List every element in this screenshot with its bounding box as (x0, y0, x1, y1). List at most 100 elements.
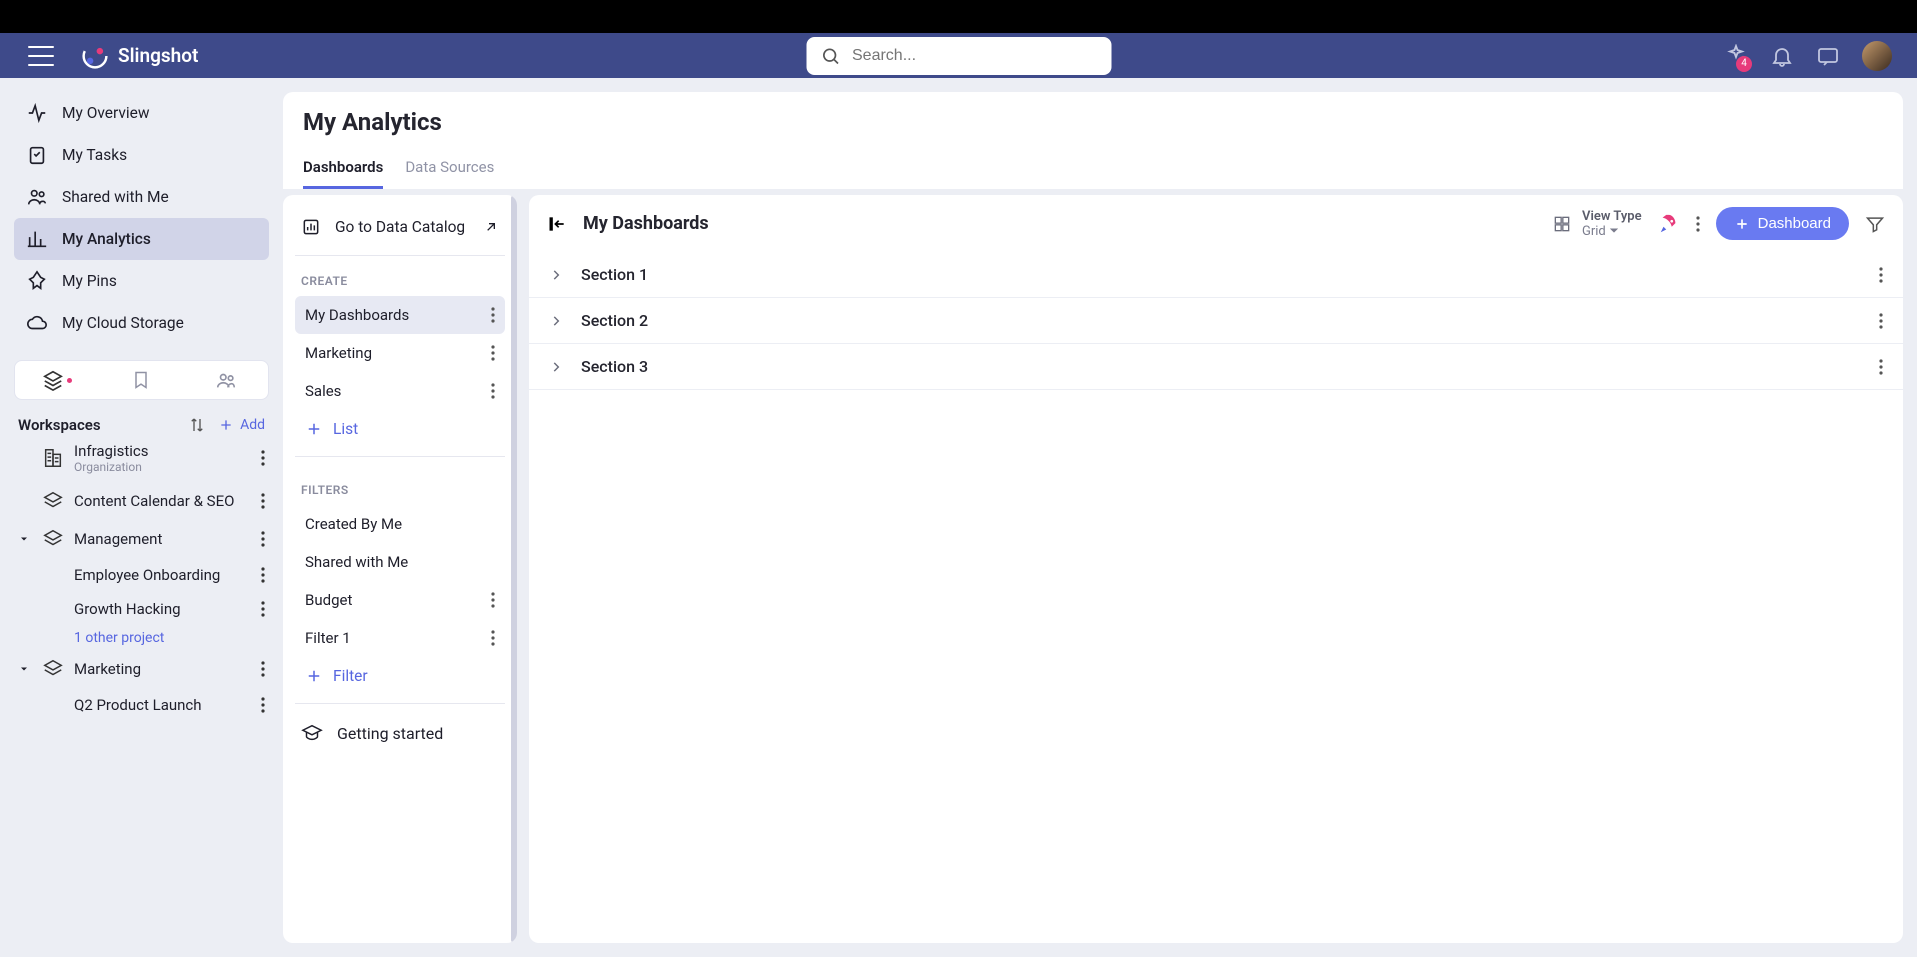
collapse-panel-icon[interactable] (547, 214, 567, 234)
list-sales[interactable]: Sales (295, 372, 505, 410)
sidebar-item-shared[interactable]: Shared with Me (14, 176, 269, 218)
plus-icon (305, 420, 323, 438)
workspace-child-onboarding[interactable]: Employee Onboarding (14, 558, 269, 592)
page-header: My Analytics Dashboards Data Sources (283, 92, 1903, 189)
workspace-child-growth[interactable]: Growth Hacking (14, 592, 269, 626)
list-label: Marketing (305, 344, 491, 362)
add-filter-button[interactable]: Filter (295, 657, 505, 695)
people-icon (26, 186, 48, 208)
sidebar-item-overview[interactable]: My Overview (14, 92, 269, 134)
other-projects-link[interactable]: 1 other project (14, 630, 269, 646)
more-icon[interactable] (261, 493, 265, 509)
bell-icon[interactable] (1770, 44, 1794, 68)
chevron-down-icon (1609, 227, 1619, 235)
chat-icon[interactable] (1816, 44, 1840, 68)
sort-icon[interactable] (188, 416, 206, 434)
sidebar-item-tasks[interactable]: My Tasks (14, 134, 269, 176)
filter-icon[interactable] (1865, 214, 1885, 234)
filter-label: Shared with Me (305, 553, 495, 571)
workspace-management[interactable]: Management (14, 520, 269, 558)
team-icon (215, 369, 237, 391)
section-1[interactable]: Section 1 (529, 252, 1903, 298)
chevron-right-icon[interactable] (549, 314, 563, 328)
sidebar-item-label: My Analytics (62, 230, 151, 248)
people-tab[interactable] (184, 361, 268, 399)
more-icon[interactable] (261, 450, 265, 466)
more-icon[interactable] (1879, 267, 1883, 283)
section-label: Section 2 (581, 311, 648, 330)
more-icon[interactable] (491, 345, 495, 361)
list-my-dashboards[interactable]: My Dashboards (295, 296, 505, 334)
search-bar[interactable] (806, 37, 1111, 75)
layers-icon (42, 658, 64, 680)
plus-icon (218, 417, 234, 433)
list-label: My Dashboards (305, 306, 491, 324)
sidebar-item-label: My Pins (62, 272, 117, 290)
grid-icon (1552, 214, 1572, 234)
caret-down-icon[interactable] (18, 533, 32, 545)
more-icon[interactable] (261, 697, 265, 713)
add-list-button[interactable]: List (295, 410, 505, 448)
workspace-sublabel: Organization (74, 460, 251, 474)
workspace-label: Marketing (74, 660, 251, 678)
data-catalog-link[interactable]: Go to Data Catalog (295, 209, 505, 256)
workspace-content-calendar[interactable]: Content Calendar & SEO (14, 482, 269, 520)
more-icon[interactable] (1879, 313, 1883, 329)
slingshot-logo-icon (82, 43, 108, 69)
more-icon[interactable] (491, 383, 495, 399)
rocket-icon[interactable] (1658, 213, 1680, 235)
getting-started-link[interactable]: Getting started (295, 712, 505, 754)
more-icon[interactable] (1879, 359, 1883, 375)
add-workspace-button[interactable]: Add (218, 417, 265, 433)
chevron-right-icon[interactable] (549, 360, 563, 374)
view-type-selector[interactable]: View Type Grid (1552, 209, 1642, 239)
workspace-child-label: Employee Onboarding (74, 566, 251, 584)
panel-scrollbar[interactable] (511, 195, 517, 943)
caret-down-icon[interactable] (18, 663, 32, 675)
left-sidebar: My Overview My Tasks Shared with Me My A… (0, 78, 283, 957)
sidebar-item-analytics[interactable]: My Analytics (14, 218, 269, 260)
sidebar-item-pins[interactable]: My Pins (14, 260, 269, 302)
brand-logo[interactable]: Slingshot (82, 43, 198, 69)
tab-data-sources[interactable]: Data Sources (405, 158, 494, 189)
filter-created-by-me[interactable]: Created By Me (295, 505, 505, 543)
workspace-child-q2[interactable]: Q2 Product Launch (14, 688, 269, 722)
workspace-label: Management (74, 530, 251, 548)
more-icon[interactable] (491, 630, 495, 646)
filter-shared-with-me[interactable]: Shared with Me (295, 543, 505, 581)
more-icon[interactable] (261, 567, 265, 583)
user-avatar[interactable] (1862, 41, 1892, 71)
sidebar-item-cloud[interactable]: My Cloud Storage (14, 302, 269, 344)
filter-label: Budget (305, 591, 491, 609)
new-dashboard-button[interactable]: Dashboard (1716, 207, 1849, 240)
bookmarks-tab[interactable] (99, 361, 183, 399)
hamburger-menu-icon[interactable] (28, 46, 54, 66)
more-icon[interactable] (261, 531, 265, 547)
chevron-right-icon[interactable] (549, 268, 563, 282)
search-input[interactable] (852, 47, 1097, 65)
filters-heading: FILTERS (301, 483, 499, 497)
more-icon[interactable] (1696, 216, 1700, 232)
filter-filter1[interactable]: Filter 1 (295, 619, 505, 657)
more-icon[interactable] (491, 307, 495, 323)
list-marketing[interactable]: Marketing (295, 334, 505, 372)
filter-budget[interactable]: Budget (295, 581, 505, 619)
more-icon[interactable] (261, 601, 265, 617)
chart-icon (26, 228, 48, 250)
workspaces-tab[interactable] (15, 361, 99, 399)
tab-dashboards[interactable]: Dashboards (303, 158, 383, 189)
section-label: Section 1 (581, 265, 648, 284)
section-2[interactable]: Section 2 (529, 298, 1903, 344)
bookmark-icon (131, 370, 151, 390)
more-icon[interactable] (491, 592, 495, 608)
workspace-infragistics[interactable]: Infragistics Organization (14, 434, 269, 482)
getting-started-label: Getting started (337, 724, 443, 743)
arrow-up-right-icon (483, 219, 499, 235)
magic-notification-icon[interactable]: 4 (1724, 44, 1748, 68)
more-icon[interactable] (261, 661, 265, 677)
workspace-label: Content Calendar & SEO (74, 492, 251, 510)
add-filter-label: Filter (333, 667, 368, 685)
search-icon (820, 46, 840, 66)
workspace-marketing[interactable]: Marketing (14, 650, 269, 688)
section-3[interactable]: Section 3 (529, 344, 1903, 390)
